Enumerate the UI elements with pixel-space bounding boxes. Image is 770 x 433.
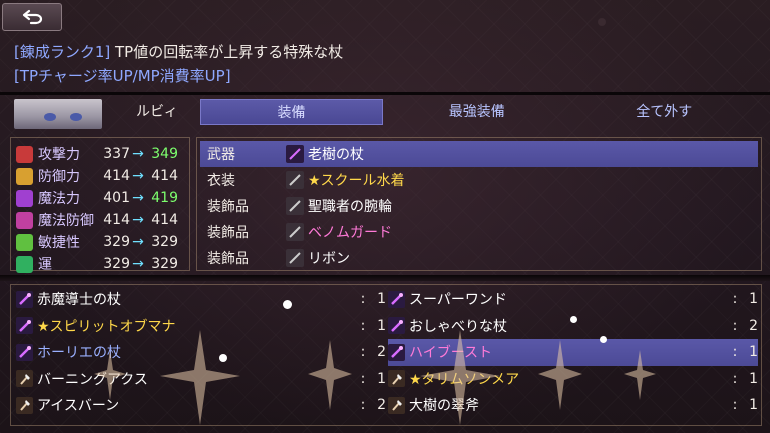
equip-slot-row[interactable]: 装飾品 聖職者の腕輪: [200, 193, 758, 219]
inventory-item[interactable]: 赤魔導士の杖:1: [16, 286, 386, 313]
stat-new: 329: [151, 256, 178, 272]
stat-new: 419: [151, 190, 178, 206]
slot-label: 武器: [207, 147, 235, 163]
ornament-dot: [598, 18, 606, 26]
tab-equip[interactable]: 装備: [200, 99, 383, 125]
stat-current: 414: [103, 212, 130, 228]
desc-text: TP値の回転率が上昇する特殊な杖: [110, 43, 344, 61]
arrow-icon: →: [132, 168, 144, 184]
costume-icon: [286, 171, 304, 189]
sparkle-decoration: [94, 330, 656, 425]
equipped-item-name: リボン: [308, 251, 350, 267]
stat-row: 敏捷性 329 → 329: [16, 231, 186, 253]
stat-current: 401: [103, 190, 130, 206]
arrow-icon: →: [132, 234, 144, 250]
item-name: 赤魔導士の杖: [37, 292, 121, 309]
equip-slot-row[interactable]: 装飾品 リボン: [200, 245, 758, 271]
slot-label: 衣装: [207, 173, 235, 189]
magic-shield-icon: [16, 211, 33, 229]
eye-right: [70, 113, 82, 121]
back-button[interactable]: [2, 3, 62, 31]
stat-new: 329: [151, 234, 178, 250]
stat-new: 414: [151, 212, 178, 228]
stat-label: 運: [38, 257, 52, 273]
equipped-item-name: ベノムガード: [308, 225, 392, 241]
stat-current: 337: [103, 146, 130, 162]
desc-effect: [TPチャージ率UP/MP消費率UP]: [14, 67, 231, 85]
divider: [0, 275, 770, 281]
tab-remove-all[interactable]: 全て外す: [571, 99, 759, 125]
guard-icon: [286, 223, 304, 241]
equipped-item-name: 聖職者の腕輪: [308, 199, 392, 215]
slot-label: 装飾品: [207, 251, 249, 267]
tab-bar: 装備 最強装備 全て外す: [200, 99, 758, 125]
item-description: [錬成ランク1] TP値の回転率が上昇する特殊な杖 [TPチャージ率UP/MP消…: [14, 40, 343, 88]
stat-new: 349: [151, 146, 178, 162]
equipped-item-name: ★スクール水着: [308, 173, 405, 189]
arrow-icon: →: [132, 212, 144, 228]
equip-slot-row[interactable]: 衣装 ★スクール水着: [200, 167, 758, 193]
staff-icon: [16, 290, 33, 308]
arrow-icon: →: [132, 190, 144, 206]
sparkle-dot: [283, 300, 292, 309]
equipment-list: 武器 老樹の杖 衣装 ★スクール水着 装飾品 聖職者の腕輪 装飾品 ベノムガード 装飾品 リボン: [200, 141, 758, 271]
stat-row: 運 329 → 329: [16, 253, 186, 275]
stat-current: 329: [103, 234, 130, 250]
slot-label: 装飾品: [207, 225, 249, 241]
back-arrow-icon: [22, 9, 43, 25]
separator: :: [732, 291, 738, 308]
sparkle-dot: [219, 354, 227, 362]
stat-label: 攻撃力: [38, 147, 80, 163]
separator: :: [360, 291, 366, 308]
divider: [0, 92, 770, 95]
staff-icon: [388, 290, 405, 308]
sparkle-dot: [570, 316, 577, 323]
stats-list: 攻撃力 337 → 349 防御力 414 → 414 魔法力 401 → 419 魔法防御 414 → 41…: [16, 143, 186, 275]
character-name: ルビィ: [136, 104, 178, 120]
stat-current: 329: [103, 256, 130, 272]
stat-row: 攻撃力 337 → 349: [16, 143, 186, 165]
ribbon-icon: [286, 249, 304, 267]
sparkle-dot: [600, 336, 607, 343]
refine-rank: [錬成ランク1]: [14, 43, 111, 61]
boot-icon: [16, 233, 33, 251]
stat-row: 防御力 414 → 414: [16, 165, 186, 187]
stat-row: 魔法力 401 → 419: [16, 187, 186, 209]
equip-slot-row[interactable]: 装飾品 ベノムガード: [200, 219, 758, 245]
staff-icon: [286, 145, 304, 163]
stat-current: 414: [103, 168, 130, 184]
item-name: スーパーワンド: [409, 292, 507, 309]
arrow-icon: →: [132, 256, 144, 272]
sword-icon: [16, 145, 33, 163]
equip-slot-row[interactable]: 武器 老樹の杖: [200, 141, 758, 167]
item-count: 1: [749, 291, 758, 308]
inventory-item[interactable]: スーパーワンド:1: [388, 286, 758, 313]
bracelet-icon: [286, 197, 304, 215]
item-count: 1: [377, 291, 386, 308]
character-portrait[interactable]: [14, 99, 102, 129]
clover-icon: [16, 255, 33, 273]
stat-label: 魔法防御: [38, 213, 94, 229]
magic-icon: [16, 189, 33, 207]
shield-icon: [16, 167, 33, 185]
slot-label: 装飾品: [207, 199, 249, 215]
equipped-item-name: 老樹の杖: [308, 147, 364, 163]
stat-row: 魔法防御 414 → 414: [16, 209, 186, 231]
stat-label: 魔法力: [38, 191, 80, 207]
stat-label: 敏捷性: [38, 235, 80, 251]
eye-left: [44, 113, 56, 121]
stat-label: 防御力: [38, 169, 80, 185]
tab-optimal-equip[interactable]: 最強装備: [383, 99, 571, 125]
arrow-icon: →: [132, 146, 144, 162]
stat-new: 414: [151, 168, 178, 184]
